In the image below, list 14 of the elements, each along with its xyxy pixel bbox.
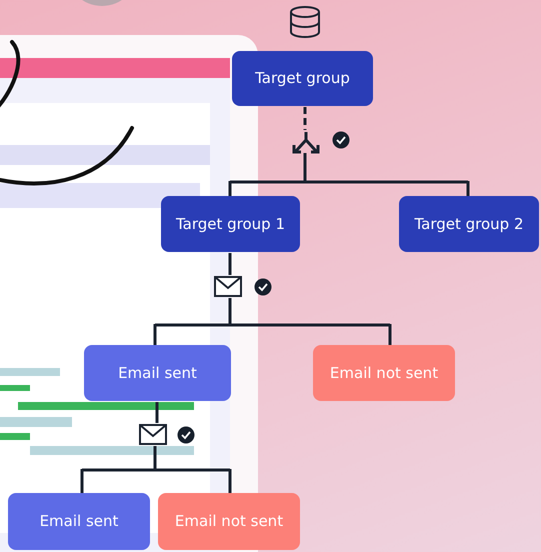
flow-node: Target group 2: [399, 196, 539, 252]
flow-node: Email not sent: [313, 345, 455, 401]
envelope-icon: [214, 276, 242, 297]
connector-line: [156, 402, 158, 423]
flow-node: Email sent: [84, 345, 231, 401]
split-arrows-icon: [292, 130, 320, 154]
flow-node: Target group 1: [161, 196, 300, 252]
flow-node: Email not sent: [158, 493, 300, 550]
database-icon: [290, 6, 320, 38]
envelope-icon: [139, 424, 167, 445]
flow-node: Email sent: [8, 493, 150, 550]
connector-line: [304, 107, 306, 130]
connector-line: [228, 253, 232, 275]
flow-node: Target group: [232, 51, 373, 106]
